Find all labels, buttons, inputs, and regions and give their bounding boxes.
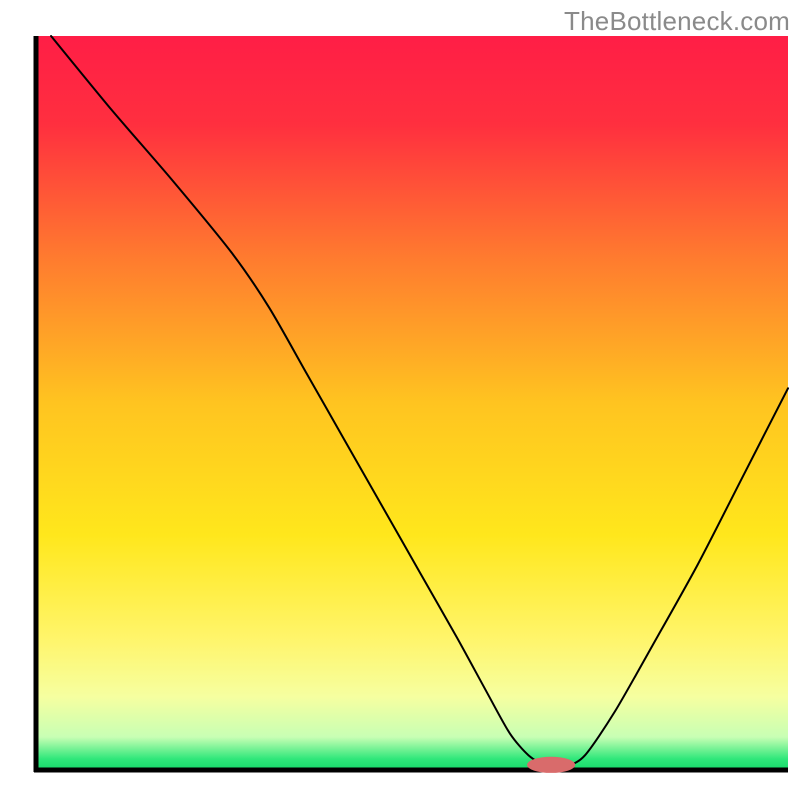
watermark-text: TheBottleneck.com	[564, 6, 790, 37]
optimal-marker	[527, 757, 575, 773]
bottleneck-chart	[0, 0, 800, 800]
gradient-background	[36, 36, 788, 770]
chart-container: TheBottleneck.com	[0, 0, 800, 800]
